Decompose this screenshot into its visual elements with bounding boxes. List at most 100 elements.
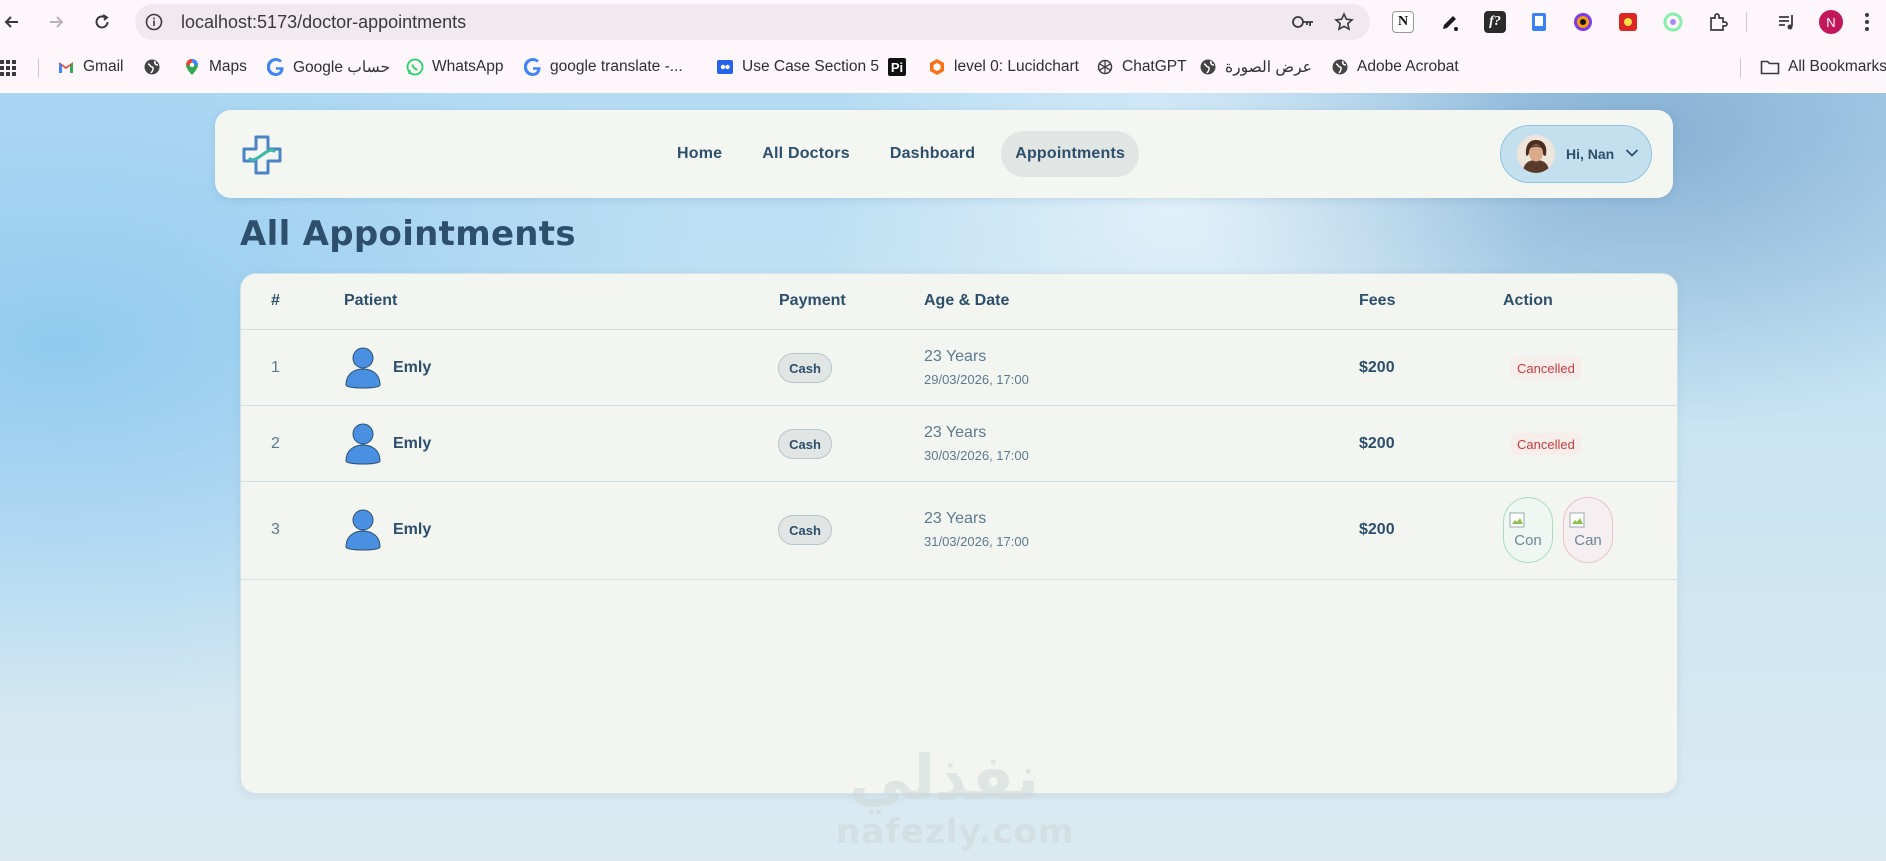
patient-cell: Emly — [345, 509, 431, 551]
globe-icon — [1200, 59, 1216, 75]
patient-avatar-icon — [345, 509, 381, 551]
patient-name: Emly — [393, 435, 432, 452]
patient-cell: Emly — [345, 347, 431, 389]
nav-link-appointments[interactable]: Appointments — [1001, 131, 1140, 177]
patient-name: Emly — [393, 359, 432, 376]
bookmark-google-translate[interactable]: google translate -... — [524, 57, 683, 77]
bookmark-use-case[interactable]: Use Case Section 5 — [716, 57, 879, 77]
media-control[interactable] — [1774, 9, 1800, 35]
browser-chrome: localhost:5173/doctor-appointments N f? … — [0, 0, 1886, 93]
nav-link-dashboard[interactable]: Dashboard — [876, 131, 989, 177]
bookmark-star-icon[interactable] — [1334, 12, 1354, 32]
extension-color-picker[interactable] — [1570, 9, 1596, 35]
whatsapp-icon — [406, 58, 424, 76]
bookmark-whatsapp[interactable]: WhatsApp — [406, 57, 504, 77]
watermark-latin: nafezly.com — [836, 812, 1075, 852]
appointment-date: 29/03/2026, 17:00 — [924, 372, 1029, 387]
apps-grid-icon[interactable] — [0, 59, 18, 77]
extensions-menu[interactable] — [1705, 9, 1731, 35]
confirm-appointment-button[interactable]: Con — [1503, 497, 1553, 563]
appointment-date: 30/03/2026, 17:00 — [924, 448, 1029, 463]
clipboard-icon — [1532, 13, 1546, 31]
app-page: Home All Doctors Dashboard Appointments … — [0, 93, 1886, 861]
appointment-fees: $200 — [1359, 521, 1395, 538]
reload-icon — [95, 14, 109, 29]
top-navbar: Home All Doctors Dashboard Appointments … — [215, 110, 1673, 198]
payment-badge: Cash — [778, 353, 832, 383]
puzzle-game-icon — [1619, 13, 1637, 31]
site-info-icon[interactable] — [145, 13, 163, 31]
table-header: # Patient Payment Age & Date Fees Action — [241, 274, 1677, 330]
usecase-icon — [717, 60, 733, 74]
address-bar[interactable]: localhost:5173/doctor-appointments — [135, 4, 1370, 40]
row-number: 2 — [271, 435, 280, 452]
medical-cross-logo-icon[interactable] — [241, 134, 283, 176]
patient-name: Emly — [393, 521, 432, 538]
watermark: نفذلي nafezly.com — [836, 741, 1075, 852]
extension-clipboard[interactable] — [1526, 9, 1552, 35]
browser-menu-icon[interactable] — [1864, 11, 1870, 33]
chatgpt-icon — [1097, 59, 1113, 75]
cancel-appointment-button[interactable]: Can — [1563, 497, 1613, 563]
globe-icon — [1332, 59, 1348, 75]
bookmark-adobe-acrobat[interactable]: Adobe Acrobat — [1331, 57, 1459, 77]
appointment-date: 31/03/2026, 17:00 — [924, 534, 1029, 549]
header-action: Action — [1503, 292, 1553, 309]
header-number: # — [271, 292, 280, 309]
broken-image-icon — [1569, 512, 1587, 530]
extension-formula[interactable]: f? — [1482, 9, 1508, 35]
bookmark-globe[interactable] — [143, 57, 161, 77]
notion-icon: N — [1392, 11, 1414, 33]
table-row: 1 Emly Cash 23 Years 29/03/2026, 17:00 $… — [241, 330, 1677, 406]
patient-avatar-icon — [345, 347, 381, 389]
google-icon — [267, 58, 284, 76]
reload-button[interactable] — [90, 10, 114, 34]
all-bookmarks-folder[interactable]: All Bookmarks — [1760, 57, 1886, 77]
user-photo-icon — [1517, 135, 1555, 173]
bookmark-view-image[interactable]: عرض الصورة — [1199, 57, 1312, 77]
watermark-arabic: نفذلي — [849, 741, 1039, 814]
google-icon — [524, 58, 541, 76]
globe-icon — [144, 59, 160, 75]
table-row: 2 Emly Cash 23 Years 30/03/2026, 17:00 $… — [241, 406, 1677, 482]
back-button[interactable] — [0, 10, 24, 34]
lucidchart-icon — [930, 59, 944, 75]
extension-notion[interactable]: N — [1390, 9, 1416, 35]
maps-icon — [186, 59, 198, 75]
ring-icon — [1663, 12, 1683, 32]
back-arrow-icon — [4, 16, 18, 28]
color-picker-icon — [1574, 13, 1592, 31]
extension-ring[interactable] — [1660, 9, 1686, 35]
row-number: 3 — [271, 521, 280, 538]
bookmark-chatgpt[interactable]: ChatGPT — [1096, 57, 1187, 77]
formula-icon: f? — [1484, 11, 1506, 33]
media-playlist-icon — [1779, 15, 1793, 30]
page-title: All Appointments — [240, 214, 576, 254]
bookmark-lucidchart[interactable]: level 0: Lucidchart — [928, 57, 1079, 77]
password-key-icon[interactable] — [1291, 13, 1315, 31]
user-greeting: Hi, Nan — [1566, 146, 1615, 162]
nav-link-all-doctors[interactable]: All Doctors — [748, 131, 864, 177]
bookmark-google-account[interactable]: Google حساب — [267, 57, 390, 77]
table-row: 3 Emly Cash 23 Years 31/03/2026, 17:00 $… — [241, 482, 1677, 580]
bookmark-pi[interactable]: Pi — [888, 57, 906, 77]
user-menu-button[interactable]: Hi, Nan — [1500, 125, 1652, 183]
status-badge: Cancelled — [1511, 357, 1581, 379]
extension-puzzle-game[interactable] — [1615, 9, 1641, 35]
bookmark-gmail[interactable]: Gmail — [57, 57, 123, 77]
payment-badge: Cash — [778, 429, 832, 459]
url-text[interactable]: localhost:5173/doctor-appointments — [181, 12, 466, 33]
profile-avatar[interactable]: N — [1819, 10, 1843, 34]
nav-link-home[interactable]: Home — [663, 131, 736, 177]
appointments-table: # Patient Payment Age & Date Fees Action… — [240, 273, 1678, 794]
bookmarks-separator — [38, 58, 39, 78]
patient-cell: Emly — [345, 423, 431, 465]
header-fees: Fees — [1359, 292, 1396, 309]
forward-button[interactable] — [44, 10, 68, 34]
broken-image-icon — [1509, 512, 1527, 530]
patient-age: 23 Years — [924, 424, 987, 441]
extension-pen[interactable] — [1437, 9, 1463, 35]
pi-icon: Pi — [888, 58, 906, 76]
folder-icon — [1760, 60, 1780, 75]
bookmark-maps[interactable]: Maps — [183, 57, 247, 77]
